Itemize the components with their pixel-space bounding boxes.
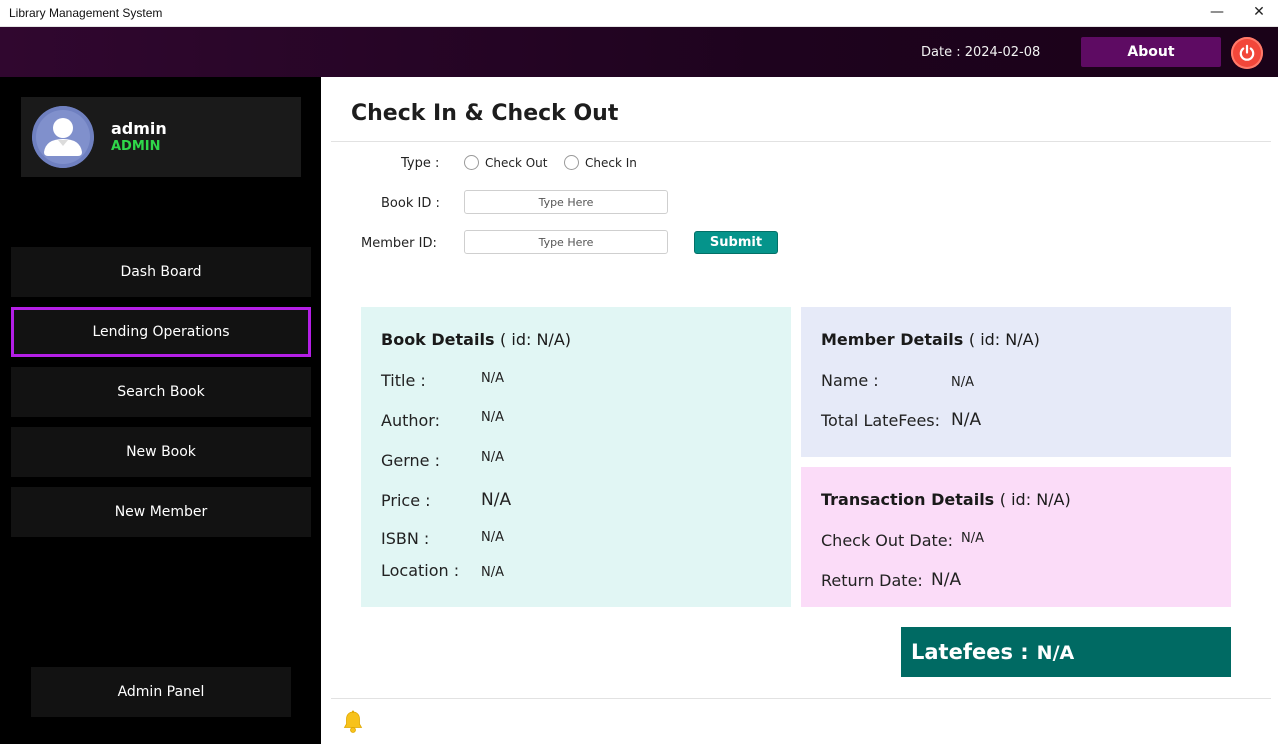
- book-author-label: Author:: [381, 411, 440, 430]
- footer-divider: [331, 698, 1271, 699]
- page-title: Check In & Check Out: [351, 101, 619, 126]
- member-id-text: ( id: N/A): [968, 330, 1040, 349]
- return-date-value: N/A: [931, 570, 962, 590]
- title-divider: [331, 141, 1271, 142]
- checkout-date-value: N/A: [961, 531, 984, 546]
- book-details-panel: Book Details ( id: N/A) Title : N/A Auth…: [361, 307, 791, 607]
- latefees-value: N/A: [1036, 642, 1075, 664]
- nav-new-book-button[interactable]: New Book: [11, 427, 311, 477]
- transaction-details-title: Transaction Details: [821, 490, 995, 509]
- book-location-label: Location :: [381, 561, 460, 580]
- transaction-details-panel: Transaction Details ( id: N/A) Check Out…: [801, 467, 1231, 607]
- window-title: Library Management System: [9, 6, 163, 20]
- app-window: Library Management System — ✕ Date : 202…: [0, 0, 1278, 744]
- nav-dashboard-button[interactable]: Dash Board: [11, 247, 311, 297]
- book-genre-value: N/A: [481, 450, 504, 465]
- check-in-radio[interactable]: [564, 155, 579, 170]
- member-id-label: Member ID:: [361, 236, 437, 251]
- top-header: Date : 2024-02-08 About: [0, 27, 1278, 77]
- book-details-title: Book Details: [381, 330, 495, 349]
- transaction-details-heading: Transaction Details ( id: N/A): [821, 490, 1071, 509]
- book-isbn-value: N/A: [481, 530, 504, 545]
- about-button[interactable]: About: [1081, 37, 1221, 67]
- type-label: Type :: [401, 156, 440, 171]
- member-name-value: N/A: [951, 375, 974, 390]
- bell-icon[interactable]: [343, 710, 363, 734]
- nav-lending-operations-button[interactable]: Lending Operations: [11, 307, 311, 357]
- book-id-input[interactable]: [464, 190, 668, 214]
- user-name: admin: [111, 119, 167, 138]
- check-in-radio-label[interactable]: Check In: [585, 156, 637, 170]
- member-details-heading: Member Details ( id: N/A): [821, 330, 1040, 349]
- sidebar: admin ADMIN Dash Board Lending Operation…: [0, 77, 321, 744]
- book-isbn-label: ISBN :: [381, 529, 430, 548]
- admin-panel-button[interactable]: Admin Panel: [31, 667, 291, 717]
- user-avatar-icon: [32, 106, 94, 168]
- check-out-radio[interactable]: [464, 155, 479, 170]
- book-location-value: N/A: [481, 565, 504, 580]
- submit-button[interactable]: Submit: [694, 231, 778, 254]
- book-id-label: Book ID :: [381, 196, 440, 211]
- checkout-date-label: Check Out Date:: [821, 531, 954, 550]
- member-total-latefees-value: N/A: [951, 410, 982, 430]
- book-id-text: ( id: N/A): [500, 330, 571, 349]
- book-title-label: Title :: [381, 371, 426, 390]
- main-content: Check In & Check Out Type : Check Out Ch…: [321, 77, 1278, 744]
- book-title-value: N/A: [481, 371, 504, 386]
- nav-search-book-button[interactable]: Search Book: [11, 367, 311, 417]
- check-out-radio-label[interactable]: Check Out: [485, 156, 547, 170]
- latefees-banner: Latefees : N/A: [901, 627, 1231, 677]
- user-role: ADMIN: [111, 139, 161, 154]
- window-titlebar: Library Management System — ✕: [0, 0, 1278, 27]
- book-genre-label: Gerne :: [381, 451, 440, 470]
- member-details-title: Member Details: [821, 330, 964, 349]
- power-button[interactable]: [1231, 37, 1263, 69]
- close-button[interactable]: ✕: [1236, 0, 1278, 26]
- latefees-label: Latefees :: [911, 640, 1029, 664]
- member-id-input[interactable]: [464, 230, 668, 254]
- date-label: Date : 2024-02-08: [921, 45, 1041, 60]
- power-icon: [1239, 44, 1255, 61]
- minimize-button[interactable]: —: [1194, 0, 1240, 26]
- nav-new-member-button[interactable]: New Member: [11, 487, 311, 537]
- member-name-label: Name :: [821, 371, 879, 390]
- book-price-value: N/A: [481, 490, 512, 510]
- member-details-panel: Member Details ( id: N/A) Name : N/A Tot…: [801, 307, 1231, 457]
- book-price-label: Price :: [381, 491, 431, 510]
- book-author-value: N/A: [481, 410, 504, 425]
- transaction-id-text: ( id: N/A): [999, 490, 1071, 509]
- user-profile-card: admin ADMIN: [21, 97, 301, 177]
- member-total-latefees-label: Total LateFees:: [821, 411, 941, 430]
- return-date-label: Return Date:: [821, 571, 923, 590]
- book-details-heading: Book Details ( id: N/A): [381, 330, 571, 349]
